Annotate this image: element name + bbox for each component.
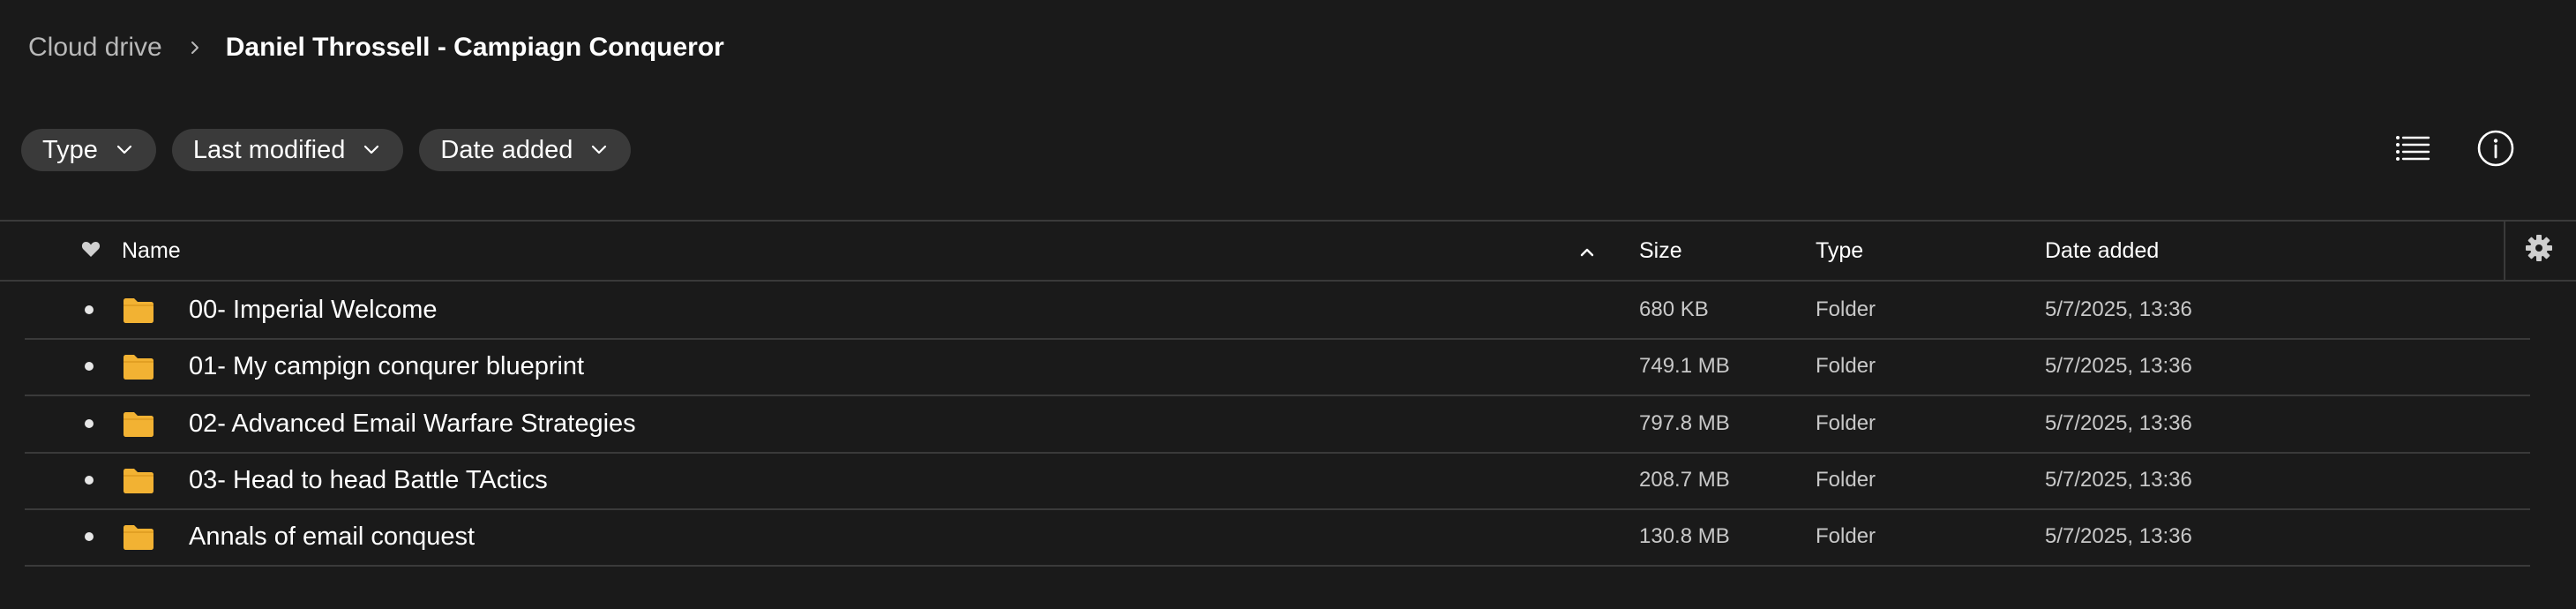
filter-date-added-button[interactable]: Date added — [419, 129, 632, 171]
row-type: Folder — [1816, 411, 1876, 435]
list-view-button[interactable] — [2392, 129, 2434, 171]
row-size: 680 KB — [1639, 297, 1709, 321]
heart-icon — [81, 238, 101, 264]
row-name: 03- Head to head Battle TActics — [189, 465, 548, 494]
column-settings-button[interactable] — [2525, 222, 2553, 280]
row-size: 797.8 MB — [1639, 411, 1730, 435]
row-bullet — [85, 282, 94, 338]
row-date-added: 5/7/2025, 13:36 — [2045, 524, 2192, 548]
cloud-drive-page: Cloud drive Daniel Throssell - Campiagn … — [0, 0, 2576, 609]
chevron-down-icon — [116, 145, 133, 155]
table-row[interactable]: 01- My campign conqurer blueprint 749.1 … — [25, 338, 2530, 396]
table-row[interactable]: 03- Head to head Battle TActics 208.7 MB… — [25, 452, 2530, 510]
size-column-header[interactable]: Size — [1639, 222, 1682, 280]
row-date-added: 5/7/2025, 13:36 — [2045, 297, 2192, 321]
row-date-added: 5/7/2025, 13:36 — [2045, 354, 2192, 378]
type-column-header[interactable]: Type — [1816, 222, 1863, 280]
row-name: 02- Advanced Email Warfare Strategies — [189, 409, 636, 438]
table-row[interactable]: 02- Advanced Email Warfare Strategies 79… — [25, 395, 2530, 454]
table-row[interactable]: 00- Imperial Welcome 680 KB Folder 5/7/2… — [25, 282, 2530, 340]
favorite-column-header[interactable] — [81, 222, 101, 280]
row-type: Folder — [1816, 354, 1876, 378]
table-row[interactable]: Annals of email conquest 130.8 MB Folder… — [25, 508, 2530, 567]
row-size: 749.1 MB — [1639, 354, 1730, 378]
breadcrumb-root-link[interactable]: Cloud drive — [28, 33, 162, 63]
filter-type-button[interactable]: Type — [21, 129, 156, 171]
row-bullet — [85, 338, 94, 395]
filter-label: Last modified — [192, 135, 346, 164]
settings-column-divider — [2504, 222, 2505, 280]
list-view-icon — [2395, 134, 2430, 167]
row-name: 00- Imperial Welcome — [189, 295, 438, 324]
row-type: Folder — [1816, 524, 1876, 548]
filter-last-modified-button[interactable]: Last modified — [171, 129, 404, 171]
table-header: Name Size Type Date added — [0, 222, 2576, 280]
row-bullet — [85, 508, 94, 565]
row-date-added: 5/7/2025, 13:36 — [2045, 411, 2192, 435]
filter-bar: Type Last modified Date added — [21, 129, 632, 171]
row-date-added: 5/7/2025, 13:36 — [2045, 468, 2192, 492]
folder-icon — [122, 452, 155, 508]
folder-icon — [122, 282, 155, 338]
breadcrumb-current: Daniel Throssell - Campiagn Conqueror — [225, 33, 724, 62]
row-size: 208.7 MB — [1639, 468, 1730, 492]
chevron-right-icon — [187, 40, 203, 56]
name-column-header[interactable]: Name — [122, 222, 181, 280]
chevron-down-icon — [590, 145, 608, 155]
row-type: Folder — [1816, 468, 1876, 492]
row-bullet — [85, 452, 94, 508]
chevron-up-icon — [1579, 238, 1595, 264]
date-added-column-header[interactable]: Date added — [2045, 222, 2159, 280]
row-size: 130.8 MB — [1639, 524, 1730, 548]
row-name: Annals of email conquest — [189, 522, 476, 551]
row-name: 01- My campign conqurer blueprint — [189, 351, 585, 380]
row-bullet — [85, 395, 94, 452]
gear-icon — [2525, 234, 2553, 268]
folder-icon — [122, 395, 155, 452]
filter-label: Date added — [440, 135, 573, 164]
chevron-down-icon — [363, 145, 380, 155]
breadcrumb: Cloud drive Daniel Throssell - Campiagn … — [28, 28, 724, 67]
sort-ascending-button[interactable] — [1579, 222, 1595, 280]
filter-label: Type — [42, 135, 98, 164]
folder-icon — [122, 508, 155, 565]
info-button[interactable] — [2475, 129, 2517, 171]
info-icon — [2476, 129, 2515, 172]
row-type: Folder — [1816, 297, 1876, 321]
folder-icon — [122, 338, 155, 395]
